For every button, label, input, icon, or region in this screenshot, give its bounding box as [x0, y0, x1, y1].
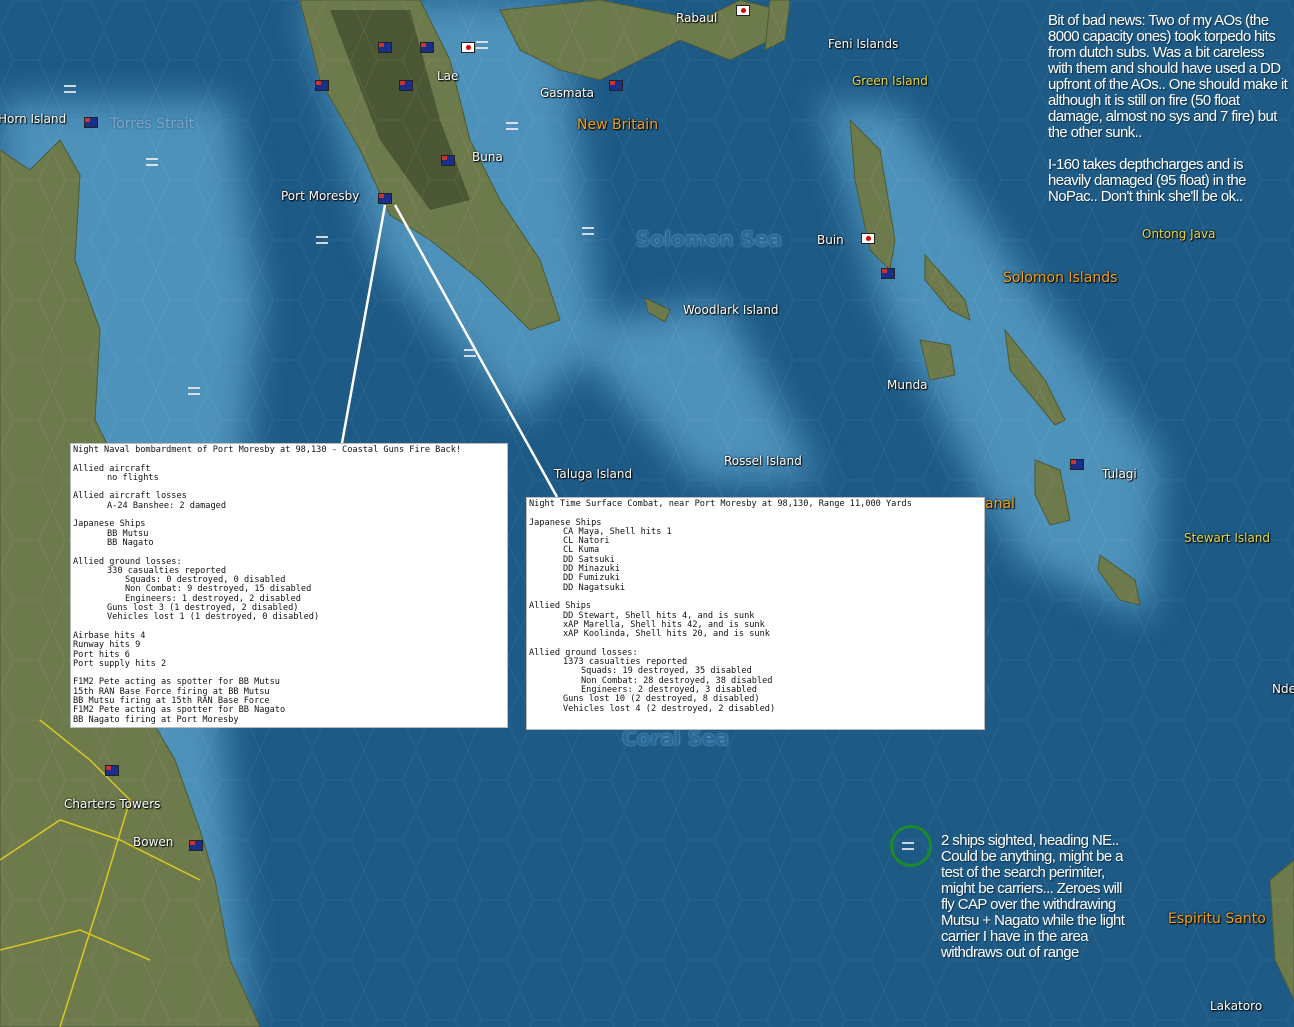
ship-icon[interactable] [464, 349, 476, 357]
map-label-stewart-island: Stewart Island [1184, 531, 1271, 545]
allied-base-flag-icon[interactable] [1070, 459, 1084, 470]
allied-base-flag-icon[interactable] [378, 193, 392, 204]
map-label-bowen: Bowen [133, 835, 174, 849]
map-label-torres-strait: Torres Strait [110, 116, 195, 132]
bombardment-report-panel: Night Naval bombardment of Port Moresby … [70, 443, 508, 728]
ship-icon[interactable] [188, 387, 200, 395]
map-label-rossel-island: Rossel Island [724, 454, 802, 468]
map-label-solomon-sea: Solomon Sea [636, 227, 782, 251]
report-line: BB Nagato firing at Port Moresby [73, 714, 239, 725]
allied-base-flag-icon[interactable] [378, 42, 392, 53]
report-line: A-24 Banshee: 2 damaged [107, 500, 226, 511]
map-label-gasmata: Gasmata [540, 86, 595, 100]
map-label-espiritu-santo: Espiritu Santo [1168, 911, 1266, 927]
map-label-rabaul: Rabaul [676, 11, 718, 25]
allied-base-flag-icon[interactable] [441, 155, 455, 166]
map-label-munda: Munda [887, 378, 928, 392]
ship-line: BB Nagato [107, 537, 154, 548]
annotation-top-right: Bit of bad news: Two of my AOs (the 8000… [1048, 13, 1288, 221]
map-label-tulagi: Tulagi [1102, 467, 1137, 481]
report-title: Night Time Surface Combat, near Port Mor… [529, 499, 912, 509]
ship-line: xAP Koolinda, Shell hits 20, and is sunk [563, 629, 770, 640]
map-label-buin: Buin [817, 233, 844, 247]
report-line: Runway hits 9 [73, 640, 141, 651]
allied-base-flag-icon[interactable] [84, 117, 98, 128]
annotation-sighting: 2 ships sighted, heading NE.. Could be a… [941, 832, 1125, 961]
map-label-guadalcanal: anal [985, 496, 1015, 512]
map-label-feni-islands: Feni Islands [828, 37, 899, 51]
map-label-lae: Lae [437, 69, 459, 83]
japanese-base-flag-icon[interactable] [861, 233, 875, 244]
allied-base-flag-icon[interactable] [315, 80, 329, 91]
ship-icon[interactable] [476, 41, 488, 49]
ship-icon[interactable] [316, 236, 328, 244]
map-label-new-britain: New Britain [577, 117, 659, 133]
annotation-paragraph: I-160 takes depthcharges and is heavily … [1048, 156, 1246, 205]
ship-icon[interactable] [64, 85, 76, 93]
report-title: Night Naval bombardment of Port Moresby … [73, 445, 462, 455]
ship-icon[interactable] [582, 227, 594, 235]
ship-line: DD Nagatsuki [563, 582, 626, 593]
report-line: Vehicles lost 1 (1 destroyed, 0 disabled… [107, 612, 320, 623]
allied-base-flag-icon[interactable] [189, 840, 203, 851]
allied-base-flag-icon[interactable] [399, 80, 413, 91]
map-label-taluga-island: Taluga Island [554, 467, 633, 481]
allied-base-flag-icon[interactable] [420, 42, 434, 53]
map-label-horn-island: Horn Island [0, 112, 67, 126]
report-line: Port supply hits 2 [73, 658, 167, 669]
annotation-paragraph: Bit of bad news: Two of my AOs (the 8000… [1048, 12, 1288, 141]
japanese-base-flag-icon[interactable] [461, 42, 475, 53]
allied-base-flag-icon[interactable] [609, 80, 623, 91]
map-label-woodlark-island: Woodlark Island [683, 303, 779, 317]
ship-icon[interactable] [506, 122, 518, 130]
map-label-port-moresby[interactable]: Port Moresby [281, 189, 359, 203]
map-label-lakatoro: Lakatoro [1210, 999, 1263, 1013]
surface-combat-report-panel: Night Time Surface Combat, near Port Mor… [526, 497, 985, 730]
allied-base-flag-icon[interactable] [881, 268, 895, 279]
report-line: no flights [107, 472, 159, 483]
map-label-ontong-java: Ontong Java [1142, 227, 1216, 241]
map-label-solomon-islands: Solomon Islands [1003, 270, 1118, 286]
map-label-green-island: Green Island [852, 74, 928, 88]
map-label-charters-towers: Charters Towers [64, 797, 161, 811]
map-label-buna: Buna [472, 150, 503, 164]
report-line: Vehicles lost 4 (2 destroyed, 2 disabled… [563, 703, 776, 714]
allied-base-flag-icon[interactable] [105, 765, 119, 776]
sighted-ships-icon[interactable] [902, 842, 914, 850]
ship-icon[interactable] [146, 158, 158, 166]
japanese-base-flag-icon[interactable] [736, 5, 750, 16]
map-label-ndeni: Nde [1272, 682, 1294, 696]
